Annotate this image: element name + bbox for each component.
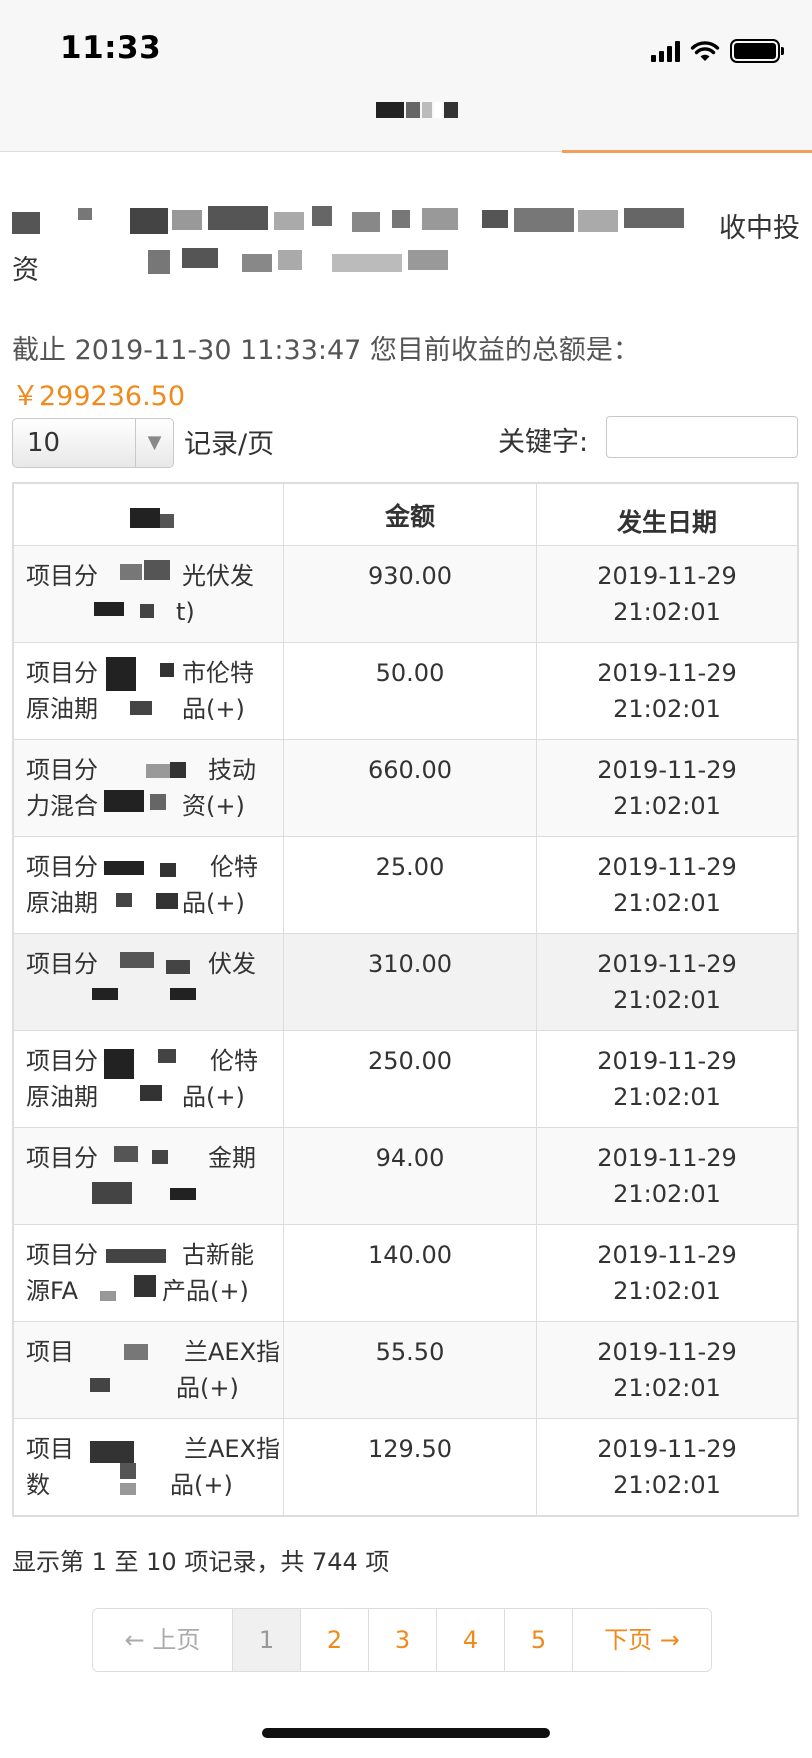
date-cell: 2019-11-29 21:02:01 xyxy=(536,545,798,643)
amount-cell: 129.50 xyxy=(283,1418,537,1516)
notice-redacted xyxy=(12,204,702,284)
table-row[interactable]: 项目 兰AEX指 数品(+) 129.50 2019-11-29 21:02:01 xyxy=(13,1418,798,1516)
page-2-button[interactable]: 2 xyxy=(301,1609,369,1671)
status-bar: 11:33 xyxy=(0,0,812,100)
column-header-project[interactable] xyxy=(13,483,284,546)
notice-text: 收中投 资 xyxy=(12,204,800,286)
records-info: 显示第 1 至 10 项记录，共 744 项 xyxy=(12,1548,390,1576)
amount-cell: 250.00 xyxy=(283,1030,537,1128)
project-name-cell: 项目 兰AEX指 数品(+) xyxy=(13,1418,284,1516)
nav-accent-line xyxy=(562,150,812,153)
table-row[interactable]: 项目 兰AEX指 品(+) 55.50 2019-11-29 21:02:01 xyxy=(13,1321,798,1419)
project-name-cell: 项目分 光伏发 t) xyxy=(13,545,284,643)
keyword-label: 关键字: xyxy=(498,427,589,458)
nav-title-redacted xyxy=(376,102,462,118)
date-cell: 2019-11-29 21:02:01 xyxy=(536,1224,798,1322)
table-row[interactable]: 项目分 伦特 原油期 品(+) 25.00 2019-11-29 21:02:01 xyxy=(13,836,798,934)
table-row[interactable]: 项目分 金期 94.00 2019-11-29 21:02:01 xyxy=(13,1127,798,1225)
amount-cell: 140.00 xyxy=(283,1224,537,1322)
amount-cell: 25.00 xyxy=(283,836,537,934)
redacted-mosaic xyxy=(90,546,210,643)
amount-cell: 310.00 xyxy=(283,933,537,1031)
column-header-amount[interactable]: 金额 xyxy=(283,483,537,546)
redacted-mosaic xyxy=(90,643,210,740)
wifi-icon xyxy=(690,41,720,61)
status-time: 11:33 xyxy=(60,30,162,66)
page-3-button[interactable]: 3 xyxy=(369,1609,437,1671)
amount-cell: 94.00 xyxy=(283,1127,537,1225)
page-size-label: 记录/页 xyxy=(184,429,275,460)
project-name-cell: 项目分 伦特 原油期 品(+) xyxy=(13,1030,284,1128)
project-name-cell: 项目分 技动 力混合 资(+) xyxy=(13,739,284,837)
amount-cell: 930.00 xyxy=(283,545,537,643)
summary-text: 截止 2019-11-30 11:33:47 您目前收益的总额是： xyxy=(12,335,640,366)
battery-icon xyxy=(730,39,784,63)
redacted-mosaic xyxy=(90,1419,210,1516)
date-cell: 2019-11-29 21:02:01 xyxy=(536,1321,798,1419)
keyword-search-input[interactable] xyxy=(606,416,798,458)
next-page-button[interactable]: 下页 → xyxy=(573,1609,711,1671)
page-size-value: 10 xyxy=(27,428,61,458)
project-name-cell: 项目分 伏发 xyxy=(13,933,284,1031)
project-name-cell: 项目分 古新能 源FA 产品(+) xyxy=(13,1224,284,1322)
redacted-mosaic xyxy=(90,1128,210,1225)
table-row[interactable]: 项目分 技动 力混合 资(+) 660.00 2019-11-29 21:02:01 xyxy=(13,739,798,837)
total-earnings-amount: ￥299236.50 xyxy=(12,381,186,412)
page-size-select[interactable]: 10 ▼ xyxy=(12,418,174,468)
column-header-date[interactable]: 发生日期 xyxy=(536,483,798,546)
project-name-cell: 项目分 伦特 原油期 品(+) xyxy=(13,836,284,934)
page-4-button[interactable]: 4 xyxy=(437,1609,505,1671)
amount-cell: 660.00 xyxy=(283,739,537,837)
table-controls: 10 ▼ 记录/页 关键字: xyxy=(12,414,800,470)
redacted-mosaic xyxy=(90,1322,210,1419)
table-row[interactable]: 项目分 伏发 310.00 2019-11-29 21:02:01 xyxy=(13,933,798,1031)
pagination: ← 上页 1 2 3 4 5 下页 → xyxy=(92,1608,712,1672)
redacted-mosaic xyxy=(90,934,210,1031)
project-name-cell: 项目分 金期 xyxy=(13,1127,284,1225)
amount-cell: 50.00 xyxy=(283,642,537,740)
notice-tail-text: 收中投 xyxy=(719,213,800,244)
table-row[interactable]: 项目分 古新能 源FA 产品(+) 140.00 2019-11-29 21:02:… xyxy=(13,1224,798,1322)
date-cell: 2019-11-29 21:02:01 xyxy=(536,836,798,934)
amount-cell: 55.50 xyxy=(283,1321,537,1419)
earnings-table: 金额 发生日期 项目分 光伏发 t) 930.00 2019-11-29 21:… xyxy=(12,482,799,1517)
date-cell: 2019-11-29 21:02:01 xyxy=(536,1418,798,1516)
redacted-mosaic xyxy=(90,1031,210,1128)
earnings-summary: 截止 2019-11-30 11:33:47 您目前收益的总额是： ￥299236… xyxy=(12,328,800,420)
redacted-mosaic xyxy=(90,740,210,837)
project-name-cell: 项目分 市伦特 原油期 品(+) xyxy=(13,642,284,740)
date-cell: 2019-11-29 21:02:01 xyxy=(536,1127,798,1225)
date-cell: 2019-11-29 21:02:01 xyxy=(536,1030,798,1128)
chevron-down-icon: ▼ xyxy=(135,419,173,467)
signal-icon xyxy=(651,40,680,62)
table-row[interactable]: 项目分 伦特 原油期 品(+) 250.00 2019-11-29 21:02:01 xyxy=(13,1030,798,1128)
home-indicator[interactable] xyxy=(262,1728,550,1738)
prev-page-button[interactable]: ← 上页 xyxy=(93,1609,233,1671)
date-cell: 2019-11-29 21:02:01 xyxy=(536,739,798,837)
date-cell: 2019-11-29 21:02:01 xyxy=(536,933,798,1031)
status-icons xyxy=(651,38,784,64)
page-5-button[interactable]: 5 xyxy=(505,1609,573,1671)
redacted-mosaic xyxy=(90,837,210,934)
project-name-cell: 项目 兰AEX指 品(+) xyxy=(13,1321,284,1419)
redacted-mosaic xyxy=(90,1225,210,1322)
table-row[interactable]: 项目分 光伏发 t) 930.00 2019-11-29 21:02:01 xyxy=(13,545,798,643)
page-1-button[interactable]: 1 xyxy=(233,1609,301,1671)
table-row[interactable]: 项目分 市伦特 原油期 品(+) 50.00 2019-11-29 21:02:01 xyxy=(13,642,798,740)
table-header-row: 金额 发生日期 xyxy=(13,483,798,546)
notice-line2-text: 资 xyxy=(12,255,39,286)
date-cell: 2019-11-29 21:02:01 xyxy=(536,642,798,740)
nav-bar xyxy=(0,100,812,153)
